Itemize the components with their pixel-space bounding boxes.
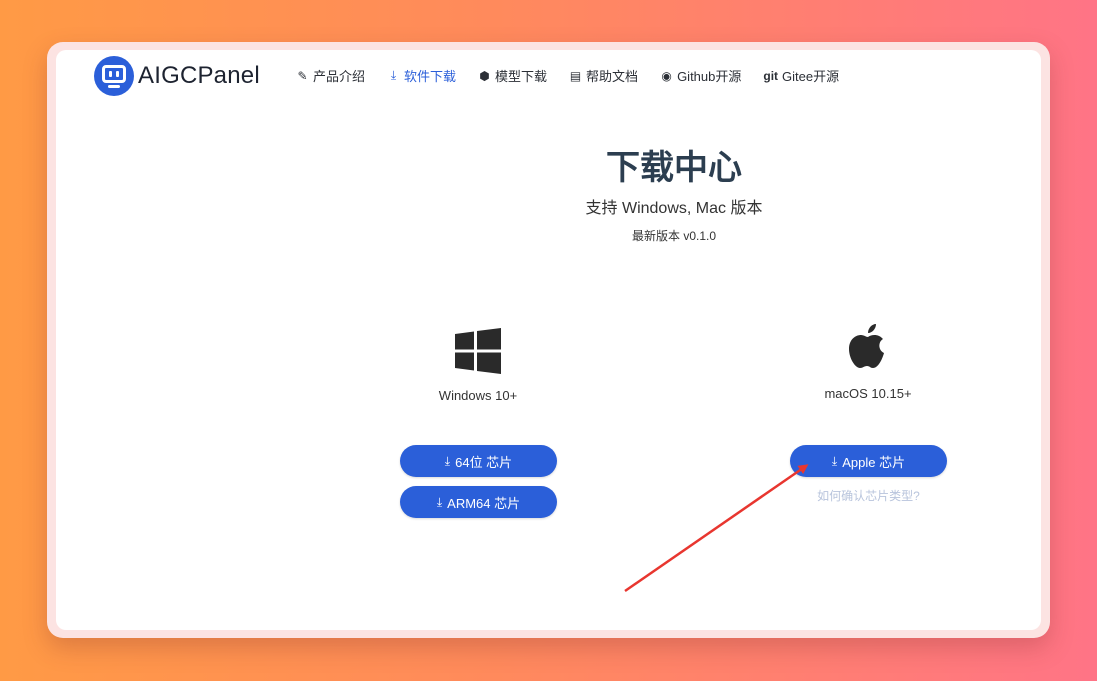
download-windows-64-button[interactable]: ⤓ 64位 芯片 (400, 445, 557, 477)
magic-wand-icon: ✎ (297, 68, 308, 83)
download-icon: ⤓ (436, 494, 443, 509)
nav-item-gitee[interactable]: git Gitee开源 (763, 66, 839, 85)
nav-item-github[interactable]: ◉ Github开源 (660, 66, 741, 85)
windows-requirement: Windows 10+ (438, 388, 518, 403)
book-icon: ▤ (569, 68, 582, 83)
button-label: ARM64 芯片 (447, 495, 521, 511)
git-icon: git (763, 68, 779, 83)
nav-item-label: 帮助文档 (586, 69, 639, 84)
download-windows-arm64-button[interactable]: ⤓ ARM64 芯片 (400, 486, 557, 518)
windows-logo-icon (455, 328, 501, 374)
nav-item-label: 模型下载 (495, 69, 548, 84)
download-icon: ⤓ (390, 68, 397, 82)
button-label: 64位 芯片 (455, 454, 513, 470)
mac-requirement: macOS 10.15+ (824, 386, 912, 401)
nav-item-label: Gitee开源 (782, 69, 840, 84)
nav-item-intro[interactable]: ✎ 产品介绍 (296, 66, 365, 85)
nav-item-label: Github开源 (677, 69, 742, 84)
chip-type-help-link[interactable]: 如何确认芯片类型? (790, 487, 947, 504)
page: AIGCPanel ✎ 产品介绍 ⤓ 软件下载 ⬢ 模型下载 ▤ 帮助文档 ◉ … (56, 50, 1041, 630)
screenshot-frame: AIGCPanel ✎ 产品介绍 ⤓ 软件下载 ⬢ 模型下载 ▤ 帮助文档 ◉ … (47, 42, 1050, 638)
github-icon: ◉ (661, 68, 672, 83)
nav-item-docs[interactable]: ▤ 帮助文档 (569, 66, 638, 85)
cube-icon: ⬢ (479, 68, 490, 83)
windows-platform: Windows 10+ (400, 328, 556, 403)
nav-item-model-download[interactable]: ⬢ 模型下载 (478, 66, 547, 85)
logo-icon (94, 56, 134, 96)
nav-item-software-download[interactable]: ⤓ 软件下载 (387, 66, 456, 85)
page-title: 下载中心 (606, 149, 742, 187)
logo[interactable]: AIGCPanel (94, 56, 260, 96)
nav-item-label: 产品介绍 (313, 69, 366, 84)
button-label: Apple 芯片 (842, 454, 906, 470)
mac-platform: macOS 10.15+ (790, 322, 946, 401)
top-nav: ✎ 产品介绍 ⤓ 软件下载 ⬢ 模型下载 ▤ 帮助文档 ◉ Github开源 g… (296, 66, 861, 85)
apple-logo-icon (846, 322, 890, 374)
brand-name: AIGCPanel (138, 62, 260, 89)
download-icon: ⤓ (444, 453, 451, 468)
nav-item-label: 软件下载 (404, 69, 457, 84)
page-subtitle: 支持 Windows, Mac 版本 (585, 200, 763, 217)
download-mac-apple-button[interactable]: ⤓ Apple 芯片 (790, 445, 947, 477)
latest-version: 最新版本 v0.1.0 (631, 229, 717, 243)
download-icon: ⤓ (831, 453, 838, 468)
